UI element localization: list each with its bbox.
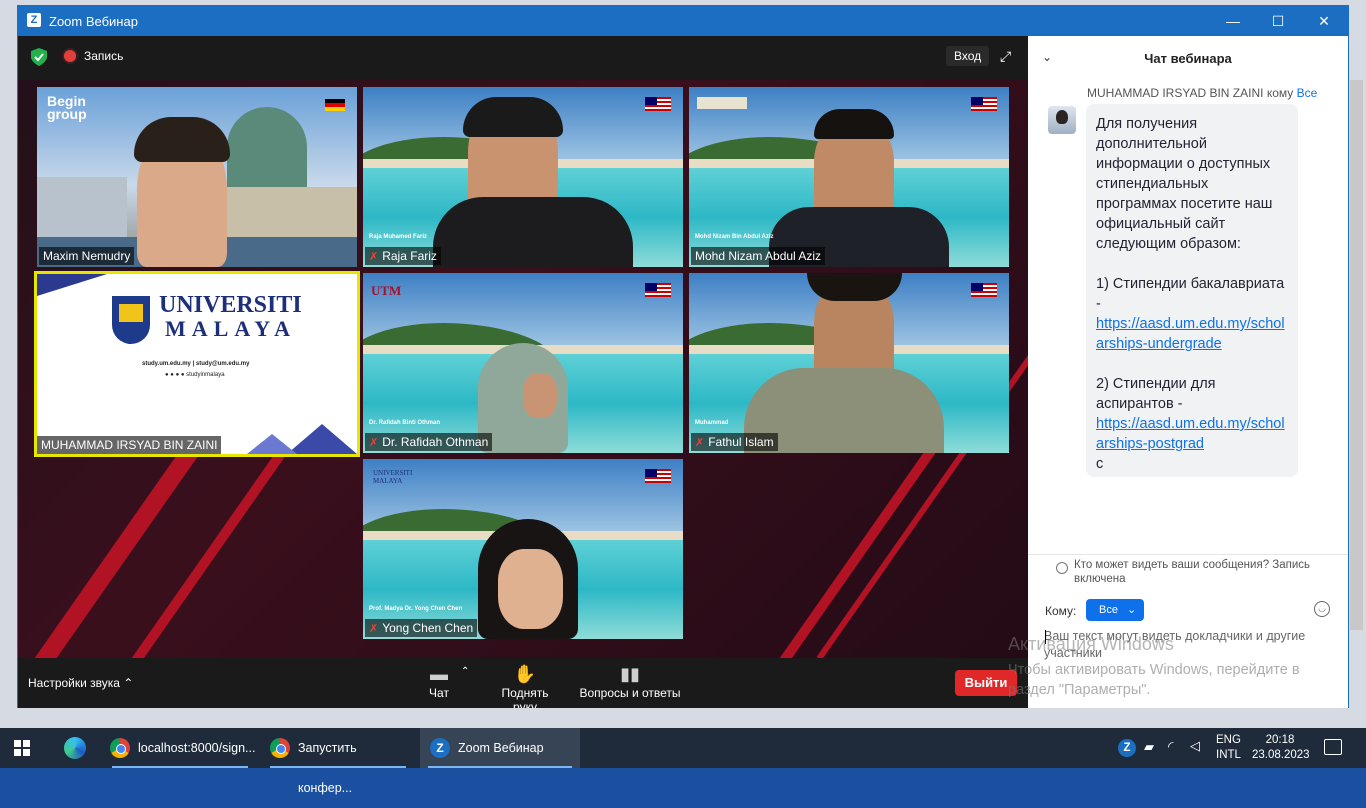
close-button[interactable]: ✕ — [1304, 9, 1344, 33]
muted-mic-icon: ✗ — [695, 437, 705, 449]
chat-icon: ▬ — [430, 664, 448, 684]
muted-mic-icon: ✗ — [369, 623, 379, 635]
muted-mic-icon: ✗ — [369, 437, 379, 449]
video-tile-fathul-islam[interactable]: Muhammad ✗ Fathul Islam — [689, 273, 1009, 453]
windows-activation-title: Активация Windows — [1008, 634, 1174, 654]
utm-logo: UTM — [371, 283, 402, 298]
taskbar-item-zoom[interactable]: Z Zoom Вебинар — [420, 728, 580, 768]
network-icon[interactable]: ▰ — [1144, 739, 1154, 755]
video-tile-muhammad-irsyad[interactable]: UNIVERSITI MALAYA study.um.edu.my | stud… — [34, 271, 360, 457]
malaysia-flag-icon — [645, 283, 671, 297]
to-label: Кому: — [1045, 604, 1077, 618]
meeting-topbar: Запись Вход ⤢ — [18, 36, 1028, 80]
chevron-up-icon: ⌃ — [123, 676, 134, 690]
visibility-note[interactable]: Кто может видеть ваши сообщения? Запись … — [1058, 558, 1338, 586]
postgrad-link[interactable]: https://aasd.um.edu.my/scholarships-post… — [1096, 416, 1285, 452]
wifi-icon[interactable]: ◜ — [1168, 738, 1173, 755]
windows-taskbar: localhost:8000/sign... Запустить конфер.… — [0, 728, 1366, 795]
recipient-dropdown[interactable]: Все ⌄ — [1086, 599, 1144, 621]
chrome-icon — [270, 738, 290, 758]
audio-settings-button[interactable]: Настройки звука ⌃ — [28, 676, 133, 690]
participant-name: ✗ Dr. Rafidah Othman — [365, 433, 493, 451]
chevron-down-icon: ⌄ — [1127, 604, 1137, 616]
webinar-chat-panel: ⌄ Чат вебинара MUHAMMAD IRSYAD BIN ZAINI… — [1008, 36, 1348, 708]
chat-button[interactable]: ▬ Чат — [423, 662, 455, 700]
institution-logo — [697, 97, 747, 109]
zoom-icon: Z — [430, 738, 450, 758]
participant-name: ✗ Yong Chen Chen — [365, 619, 478, 637]
record-icon — [64, 50, 76, 62]
participant-name: ✗ Fathul Islam — [691, 433, 778, 451]
minimize-button[interactable]: — — [1213, 9, 1253, 33]
begin-group-logo: Begin group — [47, 93, 87, 122]
participant-name: MUHAMMAD IRSYAD BIN ZAINI — [37, 436, 222, 454]
video-tile-raja-fariz[interactable]: Raja Muhamed Fariz ✗ Raja Fariz — [363, 87, 683, 267]
browser-scrollbar[interactable] — [1350, 80, 1363, 630]
emoji-icon[interactable]: ◡ — [1314, 601, 1330, 617]
malaysia-flag-icon — [971, 283, 997, 297]
record-label[interactable]: Запись — [84, 49, 123, 63]
avatar — [1048, 106, 1076, 134]
social-icons: ● ● ● ● studyinmalaya — [165, 372, 225, 378]
chat-chevron-icon[interactable]: ⌃ — [461, 666, 469, 677]
video-tile-mohd-nizam[interactable]: Mohd Nizam Bin Abdul Aziz Mohd Nizam Abd… — [689, 87, 1009, 267]
chat-title: Чат вебинара — [1144, 51, 1232, 66]
hand-icon: ✋ — [513, 664, 537, 684]
chat-message: Для получения дополнительной информации … — [1086, 104, 1298, 477]
video-tile-yong-chen-chen[interactable]: UNIVERSITI MALAYA Prof. Madya Dr. Yong C… — [363, 459, 683, 639]
volume-icon[interactable]: ◁ — [1190, 738, 1200, 754]
security-shield-icon[interactable] — [31, 48, 47, 66]
qa-button[interactable]: ▮▮ Вопросы и ответы — [578, 662, 682, 700]
taskbar-item-localhost[interactable]: localhost:8000/sign... — [104, 728, 256, 768]
video-gallery: Begin group Maxim Nemudry Raja Muhamed F… — [18, 80, 1028, 658]
participant-name: ✗ Raja Fariz — [365, 247, 441, 265]
muted-mic-icon: ✗ — [369, 251, 379, 263]
notifications-icon[interactable] — [1324, 739, 1342, 755]
meeting-area: Запись Вход ⤢ Begin group Maxim Nemudry — [18, 36, 1028, 708]
clock[interactable]: 20:18 23.08.2023 — [1252, 733, 1310, 763]
participant-name: Mohd Nizam Abdul Aziz — [691, 247, 826, 265]
malaysia-flag-icon — [645, 469, 671, 483]
title-bar[interactable]: Z Zoom Вебинар — ☐ ✕ — [18, 6, 1348, 36]
chrome-icon — [110, 738, 130, 758]
zoom-logo-icon: Z — [27, 13, 41, 27]
edge-icon[interactable] — [64, 737, 86, 759]
raise-hand-button[interactable]: ✋ Поднять руку — [488, 662, 562, 708]
meeting-controls: Настройки звука ⌃ ▬ Чат ⌃ ✋ Поднять руку ▮… — [18, 658, 1028, 708]
um-logo: UNIVERSITI MALAYA — [373, 469, 413, 485]
participant-name: Maxim Nemudry — [39, 247, 135, 265]
maximize-button[interactable]: ☐ — [1258, 9, 1298, 33]
zoom-tray-icon[interactable]: Z — [1118, 739, 1136, 757]
video-tile-maxim[interactable]: Begin group Maxim Nemudry — [37, 87, 357, 267]
qa-icon: ▮▮ — [620, 664, 640, 684]
taskbar-item-conference[interactable]: Запустить конфер... — [262, 728, 414, 795]
language-indicator[interactable]: ENG INTL — [1216, 733, 1241, 763]
windows-activation-text: Чтобы активировать Windows, перейдите в … — [1008, 662, 1300, 698]
malaysia-flag-icon — [645, 97, 671, 111]
malaysia-flag-icon — [971, 97, 997, 111]
fullscreen-icon[interactable]: ⤢ — [1000, 48, 1016, 64]
chat-sender: MUHAMMAD IRSYAD BIN ZAINI кому Все — [1087, 86, 1318, 100]
germany-flag-icon — [325, 99, 345, 111]
undergrad-link[interactable]: https://aasd.um.edu.my/scholarships-unde… — [1096, 316, 1285, 352]
video-tile-rafidah-othman[interactable]: UTM Dr. Rafidah Binti Othman ✗ Dr. Rafida… — [363, 273, 683, 453]
window-title: Zoom Вебинар — [49, 14, 138, 29]
zoom-window: Z Zoom Вебинар — ☐ ✕ Запись Вход ⤢ Begin… — [17, 5, 1349, 708]
windows-start-icon[interactable] — [14, 740, 30, 756]
enter-button[interactable]: Вход — [946, 46, 990, 66]
